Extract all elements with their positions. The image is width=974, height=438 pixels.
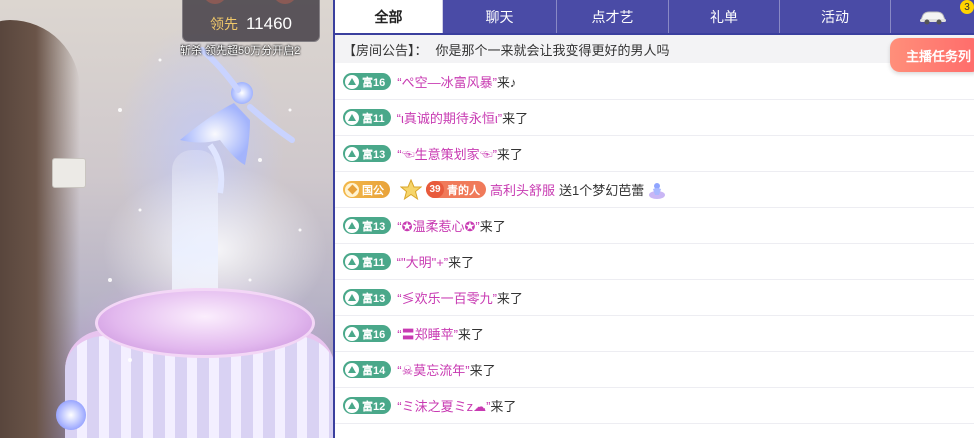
chat-message: 国公 39 青的人 高利头舒服 送1个梦幻芭蕾 bbox=[335, 172, 974, 208]
tab-talent[interactable]: 点才艺 bbox=[557, 0, 669, 33]
star-icon bbox=[400, 178, 422, 200]
tab-gift-list[interactable]: 礼单 bbox=[669, 0, 780, 33]
gift-text: 送1个梦幻芭蕾 bbox=[559, 183, 645, 198]
live-video[interactable]: 领先 11460 斩杀 领先超50万分开启2 bbox=[0, 0, 333, 438]
wealth-level-badge: 富14 bbox=[343, 361, 392, 378]
lead-label: 领先 bbox=[209, 16, 238, 33]
message-list: 富16 “ぺ空—冰富风暴” 来♪ 富11 “ι真诚的期待永恒ι” 来了 富13 “☜生意策划家… bbox=[335, 64, 974, 438]
wealth-level-badge: 富11 bbox=[343, 253, 391, 270]
chat-message: 富13 “≶欢乐一百零九” 来了 bbox=[335, 280, 974, 316]
badge-text: 富14 bbox=[362, 364, 386, 377]
user-name[interactable]: “☠莫忘流年” bbox=[397, 360, 469, 379]
fan-club-name: 青的人 bbox=[447, 184, 480, 197]
wealth-level-badge: 富16 bbox=[343, 73, 392, 90]
chat-message: 富14 “☠莫忘流年” 来了 bbox=[335, 352, 974, 388]
wealth-icon bbox=[345, 254, 359, 269]
noble-badge: 国公 bbox=[343, 181, 390, 198]
wealth-icon bbox=[345, 74, 359, 89]
pk-avatars bbox=[203, 0, 303, 4]
car-count-badge: 3 bbox=[960, 0, 974, 14]
enter-text: 来了 bbox=[479, 219, 506, 234]
user-name[interactable]: “ぺ空—冰富风暴” bbox=[397, 72, 497, 91]
user-name[interactable]: “〓郑睡苹” bbox=[397, 324, 458, 343]
chat-message: 富16 “〓郑睡苹” 来了 bbox=[335, 316, 974, 352]
enter-text: 来了 bbox=[490, 399, 517, 414]
badge-text: 富16 bbox=[362, 76, 386, 89]
badge-text: 富11 bbox=[362, 256, 385, 269]
lead-score: 11460 bbox=[245, 13, 292, 33]
badge-text: 富16 bbox=[362, 328, 386, 341]
chat-message: 富13 “☜生意策划家☜” 来了 bbox=[335, 136, 974, 172]
enter-text: 来♪ bbox=[496, 75, 517, 90]
chat-message: 富13 “✪温柔惹心✪” 来了 bbox=[335, 208, 974, 244]
fan-level: 39 bbox=[426, 181, 444, 198]
user-name[interactable]: “✪温柔惹心✪” bbox=[397, 216, 479, 235]
wealth-icon bbox=[345, 362, 359, 377]
enter-text: 来了 bbox=[469, 363, 496, 378]
room-notice: 【房间公告】： 你是那个一来就会让我变得更好的男人吗 bbox=[335, 35, 974, 63]
chat-message: 富16 “ぺ空—冰富风暴” 来♪ bbox=[335, 64, 974, 100]
user-name[interactable]: “"大明"+” bbox=[397, 252, 448, 271]
wealth-icon bbox=[345, 398, 359, 413]
wealth-icon bbox=[345, 218, 359, 233]
enter-text: 来了 bbox=[457, 327, 484, 342]
enter-text: 来了 bbox=[502, 111, 529, 126]
chat-message: 富12 “ミ沫之夏ミz☁” 来了 bbox=[335, 388, 974, 424]
user-name[interactable]: “☜生意策划家☜” bbox=[397, 144, 497, 163]
pk-lead-box: 领先 11460 bbox=[182, 0, 320, 42]
chat-panel: 全部 聊天 点才艺 礼单 活动 3 【房间公告】： 你是那个一来就会让我变得更好… bbox=[335, 0, 974, 438]
tab-all[interactable]: 全部 bbox=[335, 0, 443, 33]
wealth-icon bbox=[345, 326, 359, 341]
notice-text: 你是那个一来就会让我变得更好的男人吗 bbox=[435, 42, 670, 58]
wealth-level-badge: 富13 bbox=[343, 289, 392, 306]
wealth-icon bbox=[345, 290, 359, 305]
ballerina-gift-icon bbox=[649, 182, 666, 199]
user-name[interactable]: “ι真诚的期待永恒ι” bbox=[397, 108, 502, 127]
badge-text: 富13 bbox=[362, 148, 386, 161]
tab-car[interactable]: 3 bbox=[891, 0, 974, 33]
wealth-level-badge: 富12 bbox=[343, 397, 392, 414]
gift-sender-name[interactable]: 高利头舒服 bbox=[490, 180, 555, 199]
notice-label: 【房间公告】： bbox=[343, 42, 428, 58]
tab-activity[interactable]: 活动 bbox=[780, 0, 891, 33]
wealth-icon bbox=[345, 146, 359, 161]
car-icon bbox=[919, 11, 946, 24]
pk-tip-text: 斩杀 领先超50万分开启2 bbox=[180, 45, 301, 57]
noble-icon bbox=[345, 182, 359, 197]
badge-text: 国公 bbox=[362, 184, 384, 197]
wealth-icon bbox=[345, 110, 359, 125]
badge-text: 富11 bbox=[362, 112, 385, 125]
user-name[interactable]: “ミ沫之夏ミz☁” bbox=[397, 396, 490, 415]
tab-bar: 全部 聊天 点才艺 礼单 活动 3 bbox=[335, 0, 974, 33]
user-name[interactable]: “≶欢乐一百零九” bbox=[397, 288, 497, 307]
sparkles bbox=[108, 58, 302, 362]
enter-text: 来了 bbox=[496, 147, 523, 162]
badge-text: 富13 bbox=[362, 220, 386, 233]
badge-text: 富13 bbox=[362, 292, 386, 305]
chat-message: 富11 “"大明"+” 来了 bbox=[335, 244, 974, 280]
wealth-level-badge: 富11 bbox=[343, 109, 391, 126]
chat-message: 富11 “ι真诚的期待永恒ι” 来了 bbox=[335, 100, 974, 136]
badge-text: 富12 bbox=[362, 400, 386, 413]
tab-chat[interactable]: 聊天 bbox=[443, 0, 557, 33]
fan-club-badge: 39 青的人 bbox=[426, 181, 486, 198]
wealth-level-badge: 富13 bbox=[343, 145, 392, 162]
wealth-level-badge: 富16 bbox=[343, 325, 392, 342]
enter-text: 来了 bbox=[448, 255, 475, 270]
wealth-level-badge: 富13 bbox=[343, 217, 392, 234]
enter-text: 来了 bbox=[496, 291, 523, 306]
